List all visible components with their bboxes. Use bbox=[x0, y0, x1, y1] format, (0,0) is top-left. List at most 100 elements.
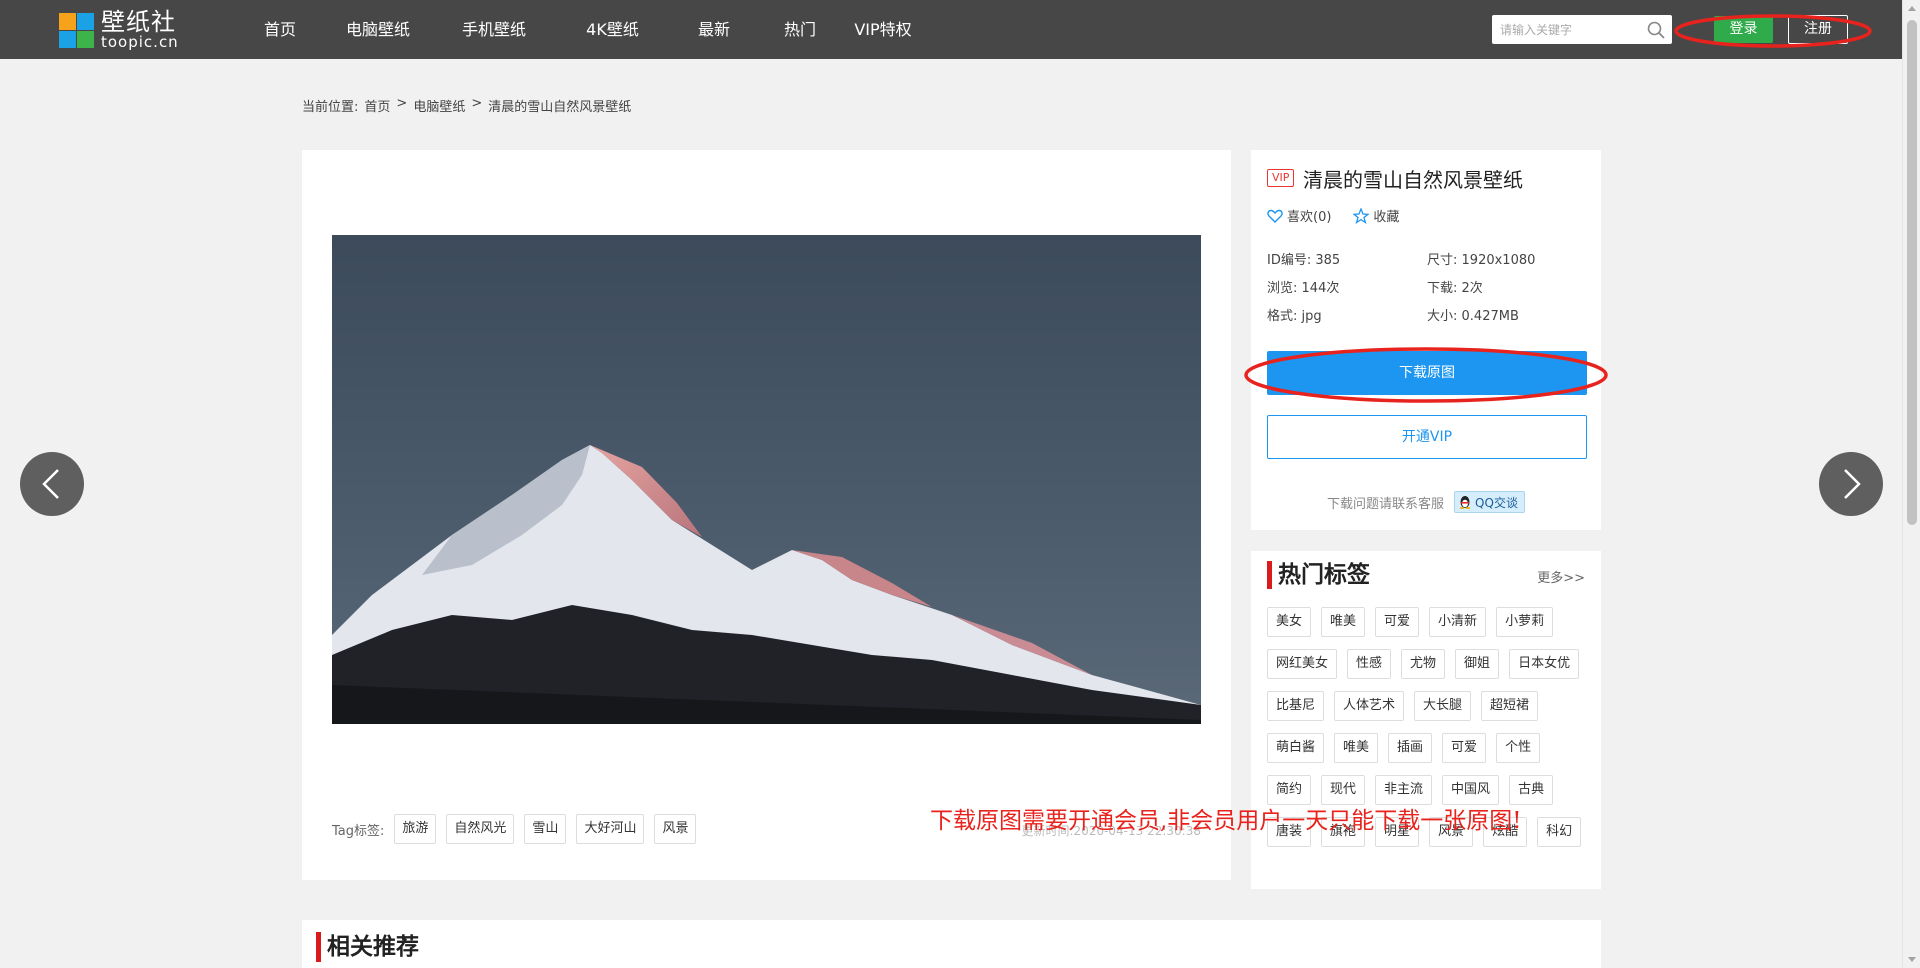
nav-4k-wallpaper[interactable]: 4K壁纸 bbox=[554, 0, 671, 59]
hot-tag-item[interactable]: 小萝莉 bbox=[1496, 607, 1554, 637]
meta-format-value: jpg bbox=[1301, 309, 1322, 324]
tag-item[interactable]: 旅游 bbox=[394, 814, 437, 844]
scroll-down-arrow-icon[interactable] bbox=[1908, 957, 1916, 962]
tag-list: Tag标签: 旅游 自然风光 雪山 大好河山 风景 bbox=[332, 814, 697, 844]
breadcrumb-prefix: 当前位置: bbox=[302, 100, 359, 115]
hot-tag-item[interactable]: 非主流 bbox=[1375, 775, 1433, 805]
breadcrumb-link-category[interactable]: 电脑壁纸 bbox=[413, 96, 465, 115]
logo-mark-icon bbox=[57, 11, 95, 49]
hot-tags-panel: 热门标签 更多>> 美女 唯美 可爱 小清新 小萝莉 网红美女 性感 尤物 御姐… bbox=[1251, 551, 1601, 889]
heart-icon bbox=[1267, 209, 1283, 223]
breadcrumb-link-home[interactable]: 首页 bbox=[364, 96, 390, 115]
hot-tag-item[interactable]: 唐装 bbox=[1267, 817, 1312, 847]
like-button[interactable]: 喜欢(0) bbox=[1267, 206, 1331, 225]
nav-vip[interactable]: VIP特权 bbox=[843, 0, 923, 59]
next-wallpaper-button[interactable] bbox=[1819, 452, 1883, 516]
download-original-button[interactable]: 下载原图 bbox=[1267, 351, 1587, 395]
search-icon[interactable] bbox=[1646, 20, 1666, 40]
hot-tag-item[interactable]: 简约 bbox=[1267, 775, 1312, 805]
breadcrumb: 当前位置: 首页 > 电脑壁纸 > 清晨的雪山自然风景壁纸 bbox=[302, 96, 631, 115]
meta-downloads-value: 2次 bbox=[1461, 281, 1483, 296]
wallpaper-image[interactable] bbox=[332, 235, 1201, 724]
hot-tag-item[interactable]: 大长腿 bbox=[1414, 691, 1472, 721]
scrollbar-thumb[interactable] bbox=[1907, 20, 1917, 525]
hot-tag-item[interactable]: 美女 bbox=[1267, 607, 1312, 637]
tag-item[interactable]: 自然风光 bbox=[446, 814, 515, 844]
hot-tag-item[interactable]: 性感 bbox=[1347, 649, 1392, 679]
tag-item[interactable]: 雪山 bbox=[524, 814, 567, 844]
hot-tag-item[interactable]: 旗袍 bbox=[1321, 817, 1366, 847]
hot-tag-item[interactable]: 可爱 bbox=[1442, 733, 1487, 763]
meta-filesize-label: 大小: bbox=[1427, 309, 1458, 324]
nav-home[interactable]: 首页 bbox=[238, 0, 322, 59]
meta-filesize-value: 0.427MB bbox=[1461, 309, 1519, 324]
nav-desktop-wallpaper[interactable]: 电脑壁纸 bbox=[322, 0, 434, 59]
meta-id-label: ID编号: bbox=[1267, 253, 1312, 268]
support-text: 下载问题请联系客服 bbox=[1327, 496, 1445, 512]
hot-tag-item[interactable]: 唯美 bbox=[1334, 733, 1379, 763]
update-time: 更新时间:2020-04-13 22:30:38 bbox=[1021, 824, 1202, 838]
star-icon bbox=[1353, 207, 1370, 224]
qq-chat-label: QQ交谈 bbox=[1475, 495, 1518, 510]
tag-item[interactable]: 风景 bbox=[654, 814, 697, 844]
hot-tag-item[interactable]: 古典 bbox=[1509, 775, 1554, 805]
tag-item[interactable]: 大好河山 bbox=[576, 814, 645, 844]
chevron-right-icon bbox=[1844, 469, 1861, 499]
hot-tag-item[interactable]: 风景 bbox=[1429, 817, 1474, 847]
wallpaper-title: 清晨的雪山自然风景壁纸 bbox=[1303, 168, 1523, 192]
favorite-button[interactable]: 收藏 bbox=[1353, 206, 1399, 225]
hot-tag-item[interactable]: 御姐 bbox=[1455, 649, 1500, 679]
meta-views-label: 浏览: bbox=[1267, 281, 1298, 296]
wallpaper-meta: ID编号: 385 尺寸: 1920x1080 浏览: 144次 下载: 2次 … bbox=[1267, 251, 1587, 335]
breadcrumb-separator: > bbox=[396, 96, 408, 111]
vip-badge: VIP bbox=[1267, 169, 1295, 187]
nav-latest[interactable]: 最新 bbox=[671, 0, 757, 59]
hot-tag-item[interactable]: 可爱 bbox=[1375, 607, 1420, 637]
scroll-up-arrow-icon[interactable] bbox=[1908, 6, 1916, 11]
hot-tag-item[interactable]: 小清新 bbox=[1429, 607, 1487, 637]
hot-tag-item[interactable]: 明星 bbox=[1375, 817, 1420, 847]
meta-format-label: 格式: bbox=[1267, 309, 1298, 324]
hot-tag-item[interactable]: 人体艺术 bbox=[1334, 691, 1405, 721]
hot-tags-title: 热门标签 bbox=[1267, 561, 1370, 589]
related-title: 相关推荐 bbox=[316, 932, 419, 962]
login-button[interactable]: 登录 bbox=[1714, 16, 1773, 43]
main-nav: 首页 电脑壁纸 手机壁纸 4K壁纸 最新 热门 VIP特权 bbox=[238, 0, 923, 59]
nav-hot[interactable]: 热门 bbox=[757, 0, 843, 59]
support-contact: 下载问题请联系客服 QQ交谈 bbox=[1251, 491, 1601, 513]
meta-id-value: 385 bbox=[1315, 253, 1341, 268]
tag-list-label: Tag标签: bbox=[332, 823, 385, 839]
hot-tag-item[interactable]: 超短裙 bbox=[1481, 691, 1539, 721]
favorite-label: 收藏 bbox=[1373, 210, 1400, 225]
chevron-left-icon bbox=[42, 469, 59, 499]
search-box bbox=[1492, 15, 1672, 44]
hot-tag-item[interactable]: 炫酷 bbox=[1483, 817, 1528, 847]
hot-tag-item[interactable]: 现代 bbox=[1321, 775, 1366, 805]
hot-tag-item[interactable]: 个性 bbox=[1496, 733, 1541, 763]
hot-tag-item[interactable]: 尤物 bbox=[1401, 649, 1446, 679]
previous-wallpaper-button[interactable] bbox=[20, 452, 84, 516]
meta-views-value: 144次 bbox=[1301, 281, 1340, 296]
hot-tag-item[interactable]: 网红美女 bbox=[1267, 649, 1338, 679]
hot-tag-item[interactable]: 比基尼 bbox=[1267, 691, 1325, 721]
search-input[interactable] bbox=[1492, 15, 1645, 44]
page-scrollbar[interactable] bbox=[1902, 0, 1920, 968]
hot-tag-item[interactable]: 唯美 bbox=[1321, 607, 1366, 637]
hot-tags-more-link[interactable]: 更多>> bbox=[1537, 567, 1585, 586]
site-logo[interactable]: 壁纸社 toopic.cn bbox=[57, 10, 179, 50]
like-label: 喜欢(0) bbox=[1287, 210, 1332, 225]
hot-tag-item[interactable]: 科幻 bbox=[1537, 817, 1582, 847]
hot-tag-item[interactable]: 中国风 bbox=[1442, 775, 1500, 805]
nav-mobile-wallpaper[interactable]: 手机壁纸 bbox=[434, 0, 554, 59]
meta-size-value: 1920x1080 bbox=[1461, 253, 1536, 268]
register-button[interactable]: 注册 bbox=[1788, 15, 1848, 44]
breadcrumb-current: 清晨的雪山自然风景壁纸 bbox=[488, 100, 632, 115]
wallpaper-preview-card: Tag标签: 旅游 自然风光 雪山 大好河山 风景 更新时间:2020-04-1… bbox=[302, 150, 1231, 880]
hot-tag-item[interactable]: 萌白酱 bbox=[1267, 733, 1325, 763]
action-row: 喜欢(0) 收藏 bbox=[1267, 206, 1399, 225]
top-navbar: 壁纸社 toopic.cn 首页 电脑壁纸 手机壁纸 4K壁纸 最新 热门 VI… bbox=[0, 0, 1902, 59]
qq-chat-button[interactable]: QQ交谈 bbox=[1454, 491, 1525, 513]
hot-tag-item[interactable]: 插画 bbox=[1388, 733, 1433, 763]
open-vip-button[interactable]: 开通VIP bbox=[1267, 415, 1587, 459]
hot-tag-item[interactable]: 日本女优 bbox=[1509, 649, 1580, 679]
